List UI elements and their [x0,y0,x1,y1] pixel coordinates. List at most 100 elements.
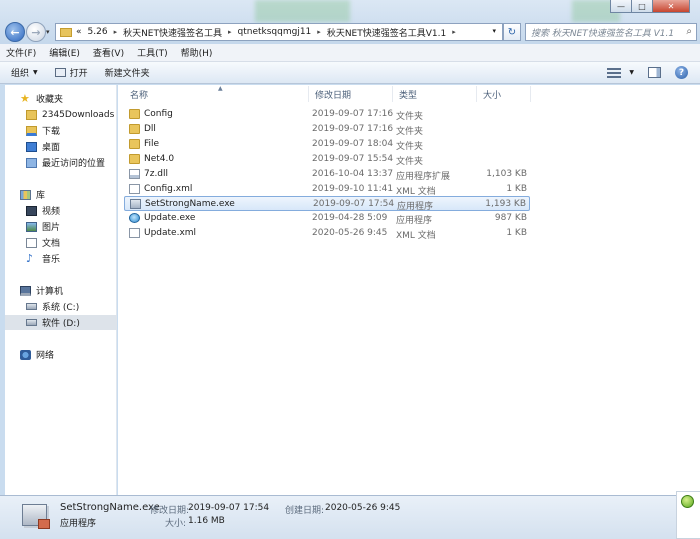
open-button[interactable]: 打开 [54,66,88,79]
column-header-date[interactable]: 修改日期 [309,86,393,102]
chevron-down-icon: ▼ [33,69,38,76]
sidebar-item-label: 2345Downloads [42,109,115,120]
forward-button[interactable]: → [26,22,46,42]
menu-bar: 文件(F) 编辑(E) 查看(V) 工具(T) 帮助(H) [0,44,700,62]
file-row-file[interactable]: File 2019-09-07 18:04 文件夹 [124,137,530,152]
search-icon[interactable]: ⌕ [686,26,692,37]
file-name: SetStrongName.exe [145,199,235,209]
file-name: File [144,139,160,149]
sidebar-item-label: 收藏夹 [36,95,64,105]
blurred-background [255,0,350,22]
folder-icon [60,27,72,37]
sidebar-item-favorites[interactable]: ★ 收藏夹 [5,91,117,106]
view-options-chevron-icon[interactable]: ▼ [629,69,634,76]
column-header-name[interactable]: ▲ 名称 [124,85,309,102]
menu-file[interactable]: 文件(F) [6,46,36,59]
file-row-net40[interactable]: Net4.0 2019-09-07 15:54 文件夹 [124,152,530,167]
pictures-icon [26,221,37,232]
close-button[interactable]: ✕ [652,0,690,13]
drive-icon [26,319,37,326]
folder-icon [129,109,140,119]
breadcrumb-separator-icon[interactable]: ▸ [228,28,232,36]
file-name-cell: Config.xml [129,184,192,194]
change-view-icon[interactable] [607,67,622,78]
menu-help[interactable]: 帮助(H) [181,46,213,59]
refresh-button[interactable]: ↻ [503,23,521,41]
sidebar-item-documents[interactable]: 文档 [5,235,117,250]
sidebar-item-label: 最近访问的位置 [42,159,106,169]
breadcrumb-overflow[interactable]: « [76,27,82,37]
maximize-button[interactable]: □ [631,0,653,13]
search-input[interactable]: 搜索 秋天NET快速强签名工具 V1.1 ⌕ [525,23,697,41]
help-button[interactable]: ? [675,66,688,79]
file-row-update-xml[interactable]: Update.xml 2020-05-26 9:45 XML 文档 1 KB [124,226,530,241]
breadcrumb-separator-icon[interactable]: ▸ [114,28,118,36]
tray-widget[interactable] [676,491,700,539]
breadcrumb-separator-icon[interactable]: ▸ [317,28,321,36]
file-name-cell: SetStrongName.exe [130,199,235,209]
folder-icon [129,139,140,149]
sidebar-item-pictures[interactable]: 图片 [5,219,117,234]
breadcrumb-item[interactable]: qtnetksqqmgj11 [238,27,312,37]
file-type: XML 文档 [396,231,436,241]
sidebar-item-network[interactable]: 网络 [5,347,117,362]
open-label: 打开 [69,69,88,79]
details-modified-label: 修改日期: [150,506,190,516]
sidebar-item-computer[interactable]: 计算机 [5,283,117,298]
video-icon [26,205,37,216]
file-row-setstrongname-exe[interactable]: SetStrongName.exe 2019-09-07 17:54 应用程序 … [124,196,530,212]
sidebar-item-videos[interactable]: 视频 [5,203,117,218]
minimize-button[interactable]: — [610,0,632,13]
open-icon [54,68,66,77]
file-row-config[interactable]: Config 2019-09-07 17:16 文件夹 [124,107,530,122]
recent-pages-dropdown[interactable]: ▾ [46,28,50,36]
new-folder-label: 新建文件夹 [104,69,150,79]
file-name-cell: Update.xml [129,228,196,238]
file-type: 文件夹 [396,157,424,167]
menu-edit[interactable]: 编辑(E) [49,46,80,59]
breadcrumb-item[interactable]: 5.26 [88,27,108,37]
sidebar-item-label: 文档 [42,239,61,249]
exe-file-icon [130,199,141,209]
sidebar-item-libraries[interactable]: 库 [5,187,117,202]
column-header-size[interactable]: 大小 [477,86,531,102]
back-button[interactable]: ← [5,22,25,42]
recent-places-icon [26,157,37,168]
file-list: ▲ 名称 修改日期 类型 大小 Config 2019-09-07 17:16 … [118,85,700,495]
sidebar-item-label: 桌面 [42,143,61,153]
file-name-cell: Dll [129,124,156,134]
file-date: 2020-05-26 9:45 [312,228,388,238]
sidebar-item-recent-places[interactable]: 最近访问的位置 [5,155,117,170]
preview-pane-icon[interactable] [648,67,661,78]
sidebar-item-2345downloads[interactable]: 2345Downloads [5,107,117,122]
breadcrumb-item[interactable]: 秋天NET快速强签名工具V1.1 [327,26,446,39]
sidebar-item-drive-d[interactable]: 软件 (D:) [5,315,117,330]
address-dropdown-icon[interactable]: ▾ [492,27,496,35]
column-header-type[interactable]: 类型 [393,86,477,102]
sidebar-item-downloads[interactable]: 下载 [5,123,117,138]
address-bar[interactable]: « 5.26 ▸ 秋天NET快速强签名工具 ▸ qtnetksqqmgj11 ▸… [55,23,503,41]
details-file-type: 应用程序 [60,519,97,529]
sidebar-item-desktop[interactable]: 桌面 [5,139,117,154]
breadcrumb-item[interactable]: 秋天NET快速强签名工具 [123,26,222,39]
file-name-cell: File [129,139,159,149]
drive-icon [26,303,37,310]
menu-view[interactable]: 查看(V) [93,46,124,59]
dll-file-icon [129,169,140,179]
file-row-7z-dll[interactable]: 7z.dll 2016-10-04 13:37 应用程序扩展 1,103 KB [124,167,530,182]
sidebar-item-music[interactable]: ♪ 音乐 [5,251,117,266]
details-size-value: 1.16 MB [188,516,225,526]
xml-file-icon [129,184,140,194]
new-folder-button[interactable]: 新建文件夹 [105,66,150,79]
column-header-label: 修改日期 [315,90,352,101]
file-row-update-exe[interactable]: Update.exe 2019-04-28 5:09 应用程序 987 KB [124,211,530,226]
tray-app-icon[interactable] [681,495,694,508]
details-created-value: 2020-05-26 9:45 [325,503,401,513]
sidebar-item-drive-c[interactable]: 系统 (C:) [5,299,117,314]
file-row-dll[interactable]: Dll 2019-09-07 17:16 文件夹 [124,122,530,137]
breadcrumb-separator-icon[interactable]: ▸ [452,28,456,36]
organize-button[interactable]: 组织 ▼ [11,66,38,79]
file-row-config-xml[interactable]: Config.xml 2019-09-10 11:41 XML 文档 1 KB [124,182,530,197]
menu-tools[interactable]: 工具(T) [137,46,168,59]
sidebar-item-label: 下载 [42,127,61,137]
